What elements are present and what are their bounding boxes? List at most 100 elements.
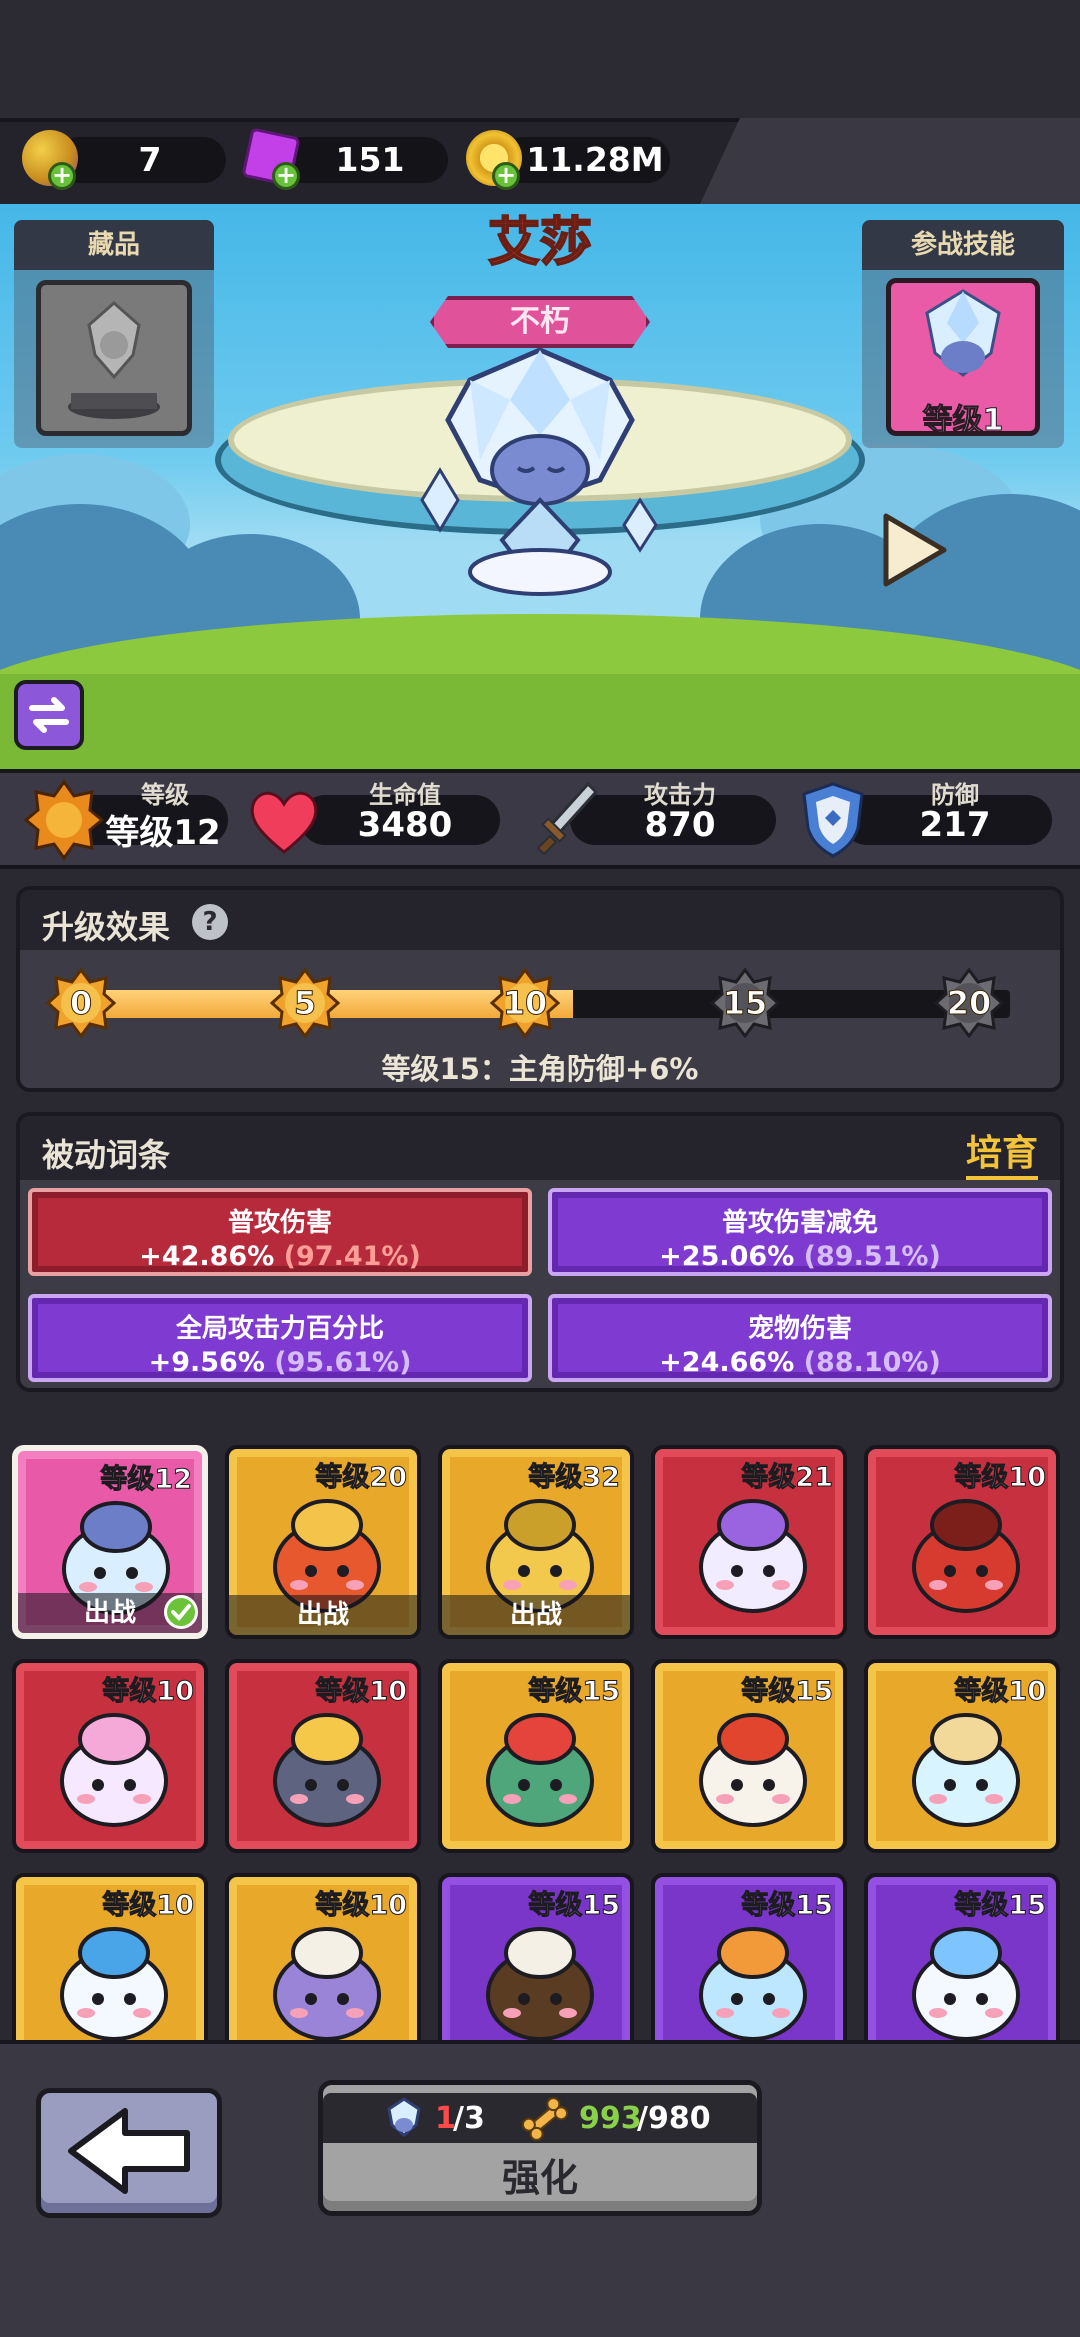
bird-pet-icon (699, 1927, 807, 2040)
trait-name: 全局攻击力百分比 (175, 1314, 384, 1344)
upgrade-effect-header: 升级效果 ? (20, 890, 1060, 950)
pet-level: 等级15 (528, 1890, 621, 1922)
trait-value-row: +9.56% (95.61%) (32, 1347, 528, 1378)
swap-arrows-icon (29, 697, 69, 733)
trait-percentile: (97.41%) (283, 1241, 421, 1272)
pet-card[interactable]: 等级12 出战 (12, 1445, 208, 1639)
add-egg-button[interactable]: + (48, 162, 76, 190)
shield-icon (802, 782, 864, 858)
attack-value: 870 (644, 805, 716, 845)
milestone-20: 20 (934, 968, 1004, 1038)
back-arrow-icon (68, 2108, 190, 2194)
pet-card[interactable]: 等级15 (864, 1873, 1060, 2040)
passive-traits-header: 被动词条 培育 (20, 1116, 1060, 1180)
battle-skill-label: 参战技能 (862, 220, 1064, 270)
heart-icon (250, 791, 318, 854)
bone-icon (521, 2097, 569, 2141)
pet-card[interactable]: 等级10 (864, 1445, 1060, 1639)
trait-value: +24.66% (659, 1347, 795, 1378)
bones-total: /980 (637, 2101, 711, 2136)
upgrade-effect-panel: 升级效果 ? 0 5 10 15 20 等级15：主角防御+6% (16, 886, 1064, 1092)
trait-percentile: (89.51%) (803, 1241, 941, 1272)
grass-ground (0, 674, 1080, 769)
pet-level: 等级15 (528, 1676, 621, 1708)
trait-card[interactable]: 宠物伤害 +24.66% (88.10%) (548, 1294, 1052, 1382)
pet-card[interactable]: 等级15 (651, 1659, 847, 1853)
pet-level: 等级10 (954, 1676, 1047, 1708)
milestone-label: 20 (946, 984, 992, 1023)
trait-card[interactable]: 全局攻击力百分比 +9.56% (95.61%) (28, 1294, 532, 1382)
ice-crystal-skill-icon (925, 289, 1001, 377)
add-gold-button[interactable]: + (492, 162, 520, 190)
hp-value: 3480 (357, 805, 453, 845)
pet-card[interactable]: 等级20 出战 (225, 1445, 421, 1639)
pet-card[interactable]: 等级10 (225, 1873, 421, 2040)
gem-count: 151 (335, 140, 405, 179)
add-gem-button[interactable]: + (272, 162, 300, 190)
ice-crystal-hero (420, 347, 658, 596)
upgrade-button[interactable]: 1 /3 993 /980 强化 (318, 2080, 762, 2216)
sword-icon (536, 781, 599, 856)
purple-unicorn-pet-icon (699, 1499, 807, 1613)
pet-level: 等级12 (100, 1464, 193, 1496)
upgrade-label: 强化 (501, 2156, 578, 2200)
hero-name: 艾莎 (487, 212, 593, 274)
pet-card[interactable]: 等级10 (864, 1659, 1060, 1853)
pet-card[interactable]: 等级10 (12, 1659, 208, 1853)
blue-bunny-pet-icon (60, 1927, 168, 2040)
collection-panel[interactable]: 藏品 (14, 220, 214, 448)
red-dragon-pet-icon (912, 1499, 1020, 1613)
egg-count: 7 (138, 140, 162, 179)
selected-check-icon (164, 1595, 198, 1629)
in-battle-label: 出战 (229, 1595, 417, 1635)
bones-current: 993 (579, 2101, 642, 2136)
snow-mushroom-pet-icon (912, 1927, 1020, 2040)
back-button[interactable] (36, 2088, 222, 2218)
milestone-label: 0 (69, 984, 93, 1023)
pet-level: 等级15 (954, 1890, 1047, 1922)
pet-level: 等级20 (315, 1462, 408, 1494)
trait-card[interactable]: 普攻伤害减免 +25.06% (89.51%) (548, 1188, 1052, 1276)
pet-level: 等级10 (102, 1890, 195, 1922)
upgrade-effect-description: 等级15：主角防御+6% (381, 1052, 699, 1086)
pet-card[interactable]: 等级10 (225, 1659, 421, 1853)
battle-skill-panel[interactable]: 参战技能 等级1 (862, 220, 1064, 448)
help-icon[interactable]: ? (192, 904, 228, 940)
pet-card[interactable]: 等级21 (651, 1445, 847, 1639)
milestone-10: 10 (490, 968, 560, 1038)
pet-level: 等级10 (954, 1462, 1047, 1494)
milestone-label: 5 (293, 984, 317, 1023)
pet-card[interactable]: 等级10 (12, 1873, 208, 2040)
pet-card[interactable]: 等级15 (438, 1659, 634, 1853)
trait-value-row: +42.86% (97.41%) (32, 1241, 528, 1272)
rainbow-slime-pet-icon (60, 1713, 168, 1827)
in-battle-label: 出战 (442, 1595, 630, 1635)
gold-count: 11.28M (526, 140, 664, 179)
pet-card[interactable]: 等级15 (651, 1873, 847, 2040)
pet-level: 等级21 (741, 1462, 834, 1494)
pet-card[interactable]: 等级32 出战 (438, 1445, 634, 1639)
trait-name: 普攻伤害减免 (721, 1208, 878, 1238)
collection-slot[interactable] (36, 280, 192, 436)
collection-statue-icon (68, 301, 160, 419)
defense-value: 217 (919, 805, 991, 845)
pet-level: 等级10 (315, 1676, 408, 1708)
pet-card[interactable]: 等级15 (438, 1873, 634, 2040)
pet-level: 等级32 (528, 1462, 621, 1494)
shards-total: /3 (453, 2101, 485, 2136)
next-hero-arrow-icon[interactable] (880, 510, 950, 590)
collection-label: 藏品 (14, 220, 214, 270)
trait-card[interactable]: 普攻伤害 +42.86% (97.41%) (28, 1188, 532, 1276)
swap-button[interactable] (14, 680, 84, 750)
milestone-15: 15 (710, 968, 780, 1038)
milestone-0: 0 (46, 968, 116, 1038)
storm-cloud-pet-icon (273, 1713, 381, 1827)
crystal-mushroom-pet-icon (912, 1713, 1020, 1827)
cultivate-button[interactable]: 培育 (965, 1124, 1038, 1180)
milestone-5: 5 (270, 968, 340, 1038)
milestone-label: 10 (502, 984, 548, 1023)
passive-traits-title: 被动词条 (42, 1136, 171, 1174)
battle-skill-slot[interactable]: 等级1 (886, 278, 1040, 439)
genie-pet-icon (273, 1927, 381, 2040)
level-badge-icon (23, 779, 105, 861)
